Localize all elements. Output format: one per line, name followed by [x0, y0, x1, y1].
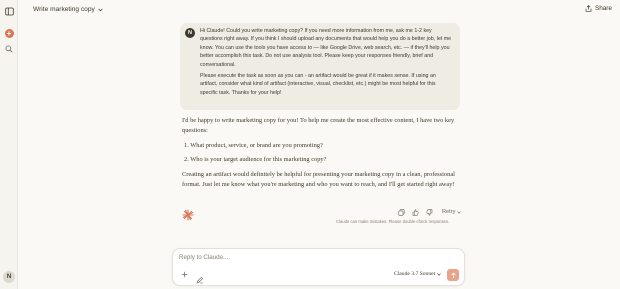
chevron-down-icon	[457, 210, 462, 214]
plus-icon	[181, 271, 188, 278]
share-icon	[585, 5, 592, 12]
disclaimer-text: Claude can make mistakes. Please double-…	[336, 219, 450, 224]
copy-button[interactable]	[397, 208, 405, 216]
user-avatar[interactable]: N	[3, 271, 15, 283]
assistant-message: I'd be happy to write marketing copy for…	[182, 116, 464, 190]
user-message-paragraph: Hi Claude! Could you write marketing cop…	[200, 28, 452, 68]
tools-button[interactable]	[196, 271, 204, 284]
share-label: Share	[594, 5, 612, 12]
model-selector[interactable]: Claude 3.7 Sonnet	[394, 271, 441, 277]
top-bar: Write marketing copy Share	[18, 0, 620, 22]
user-message: N Hi Claude! Could you write marketing c…	[180, 23, 460, 110]
copy-icon	[398, 208, 404, 216]
list-item: 1. What product, service, or brand are y…	[184, 142, 323, 149]
sidebar-toggle-icon	[4, 7, 14, 15]
chat-title: Write marketing copy	[33, 6, 95, 13]
list-item: 2. Who is your target audience for this …	[184, 156, 327, 163]
sidebar-rail: + N	[0, 0, 18, 289]
pen-tool-icon	[196, 276, 204, 284]
thumbs-up-button[interactable]	[411, 208, 419, 216]
search-chats-button[interactable]	[3, 43, 15, 55]
thumbs-down-button[interactable]	[425, 208, 433, 216]
chat-title-dropdown[interactable]: Write marketing copy	[33, 6, 103, 13]
question-list: 1. What product, service, or brand are y…	[184, 141, 464, 165]
chevron-down-icon	[437, 272, 441, 276]
model-label: Claude 3.7 Sonnet	[394, 271, 436, 277]
claude-spark-icon	[182, 209, 194, 221]
message-composer: Claude 3.7 Sonnet	[172, 248, 465, 286]
retry-label: Retry	[442, 209, 456, 215]
search-icon	[5, 45, 13, 53]
user-message-paragraph: Please execute the task as soon as you c…	[200, 73, 436, 96]
sidebar-toggle-button[interactable]	[3, 5, 15, 17]
new-chat-button[interactable]: +	[3, 27, 15, 39]
reply-input[interactable]	[179, 254, 449, 261]
reply-intro: I'd be happy to write marketing copy for…	[182, 117, 455, 134]
user-message-avatar: N	[185, 28, 195, 38]
thumbs-down-icon	[425, 208, 432, 216]
send-button[interactable]	[447, 269, 459, 281]
message-actions: Retry	[397, 208, 462, 216]
thumbs-up-icon	[412, 208, 419, 216]
new-chat-icon: +	[4, 28, 14, 38]
chevron-down-icon	[98, 8, 103, 11]
attach-button[interactable]	[181, 271, 188, 280]
share-button[interactable]: Share	[585, 5, 612, 12]
retry-button[interactable]: Retry	[442, 209, 462, 215]
arrow-up-icon	[450, 272, 456, 278]
reply-closing: Creating an artifact would definitely be…	[182, 171, 455, 188]
